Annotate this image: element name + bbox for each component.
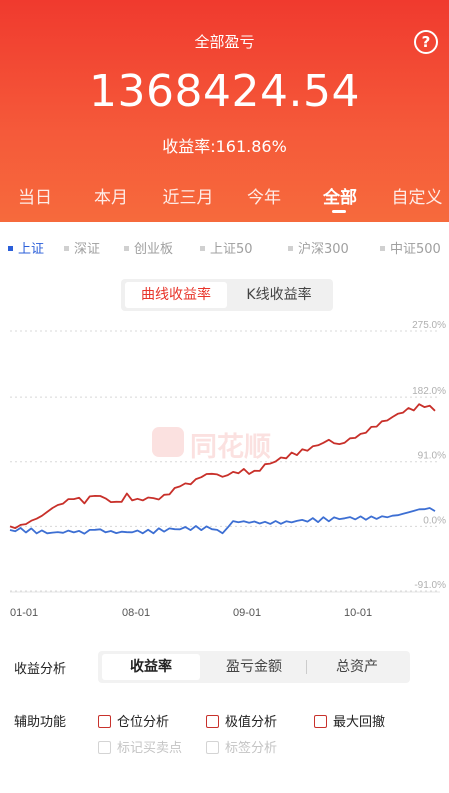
- index-tab-label: 创业板: [134, 242, 174, 257]
- y-tick-label: 275.0%: [412, 320, 446, 331]
- index-tab-csi500[interactable]: 中证500: [380, 238, 441, 257]
- index-tab-sse50[interactable]: 上证50: [200, 238, 253, 257]
- header-title: 全部盈亏: [194, 33, 255, 51]
- checkbox-icon: [314, 715, 327, 728]
- x-tick-label: 01-01: [10, 607, 38, 618]
- tab-last-three-months[interactable]: 近三月: [153, 183, 223, 208]
- analysis-option-profit[interactable]: 盈亏金额: [204, 654, 304, 680]
- index-yield-line: [9, 507, 436, 535]
- index-tab-label: 上证: [18, 242, 45, 257]
- checkbox-label: 最大回撤: [333, 715, 386, 730]
- analysis-option-yield[interactable]: 收益率: [102, 654, 200, 680]
- kline-yield-option[interactable]: K线收益率: [229, 282, 329, 308]
- checkbox-label: 标签分析: [225, 741, 278, 756]
- index-dot: [64, 246, 69, 251]
- x-tick-label: 08-01: [122, 607, 150, 618]
- active-tab-indicator: [332, 210, 346, 213]
- help-icon[interactable]: ?: [414, 30, 438, 54]
- checkbox-label: 标记买卖点: [117, 741, 183, 756]
- tab-all[interactable]: 全部: [305, 183, 375, 208]
- analysis-option-total-assets[interactable]: 总资产: [308, 654, 406, 680]
- checkbox-icon: [206, 741, 219, 754]
- checkbox-tag-analysis: 标签分析: [206, 737, 277, 756]
- checkbox-max-drawdown[interactable]: 最大回撤: [314, 711, 385, 730]
- portfolio-yield-line: [9, 403, 436, 530]
- checkbox-icon: [98, 741, 111, 754]
- index-tab-label: 深证: [74, 242, 101, 257]
- watermark-logo-icon: [152, 427, 184, 457]
- x-tick-label: 10-01: [344, 607, 372, 618]
- aux-label: 辅助功能: [14, 715, 67, 730]
- yield-rate: 收益率:161.86%: [162, 137, 287, 156]
- curve-yield-option[interactable]: 曲线收益率: [125, 282, 227, 308]
- index-tab-label: 中证500: [390, 242, 441, 257]
- index-dot: [8, 246, 13, 251]
- index-tab-label: 沪深300: [298, 242, 349, 257]
- tab-this-year[interactable]: 今年: [229, 183, 299, 208]
- index-tab-label: 上证50: [210, 242, 253, 257]
- y-tick-label: 182.0%: [412, 386, 446, 397]
- x-tick-label: 09-01: [233, 607, 261, 618]
- period-tabs: 当日 本月 近三月 今年 全部 自定义: [0, 183, 449, 213]
- analysis-segment: 收益率 盈亏金额 总资产: [98, 651, 410, 683]
- index-dot: [380, 246, 385, 251]
- index-tab-shanghai[interactable]: 上证: [8, 238, 44, 257]
- segment-divider: [306, 660, 307, 674]
- y-tick-label: 91.0%: [418, 451, 446, 462]
- checkbox-label: 仓位分析: [117, 715, 170, 730]
- index-dot: [200, 246, 205, 251]
- checkbox-icon: [206, 715, 219, 728]
- checkbox-label: 极值分析: [225, 715, 278, 730]
- watermark-text: 同花顺: [190, 432, 271, 463]
- index-tab-csi300[interactable]: 沪深300: [288, 238, 349, 257]
- tab-custom[interactable]: 自定义: [382, 183, 449, 208]
- analysis-label: 收益分析: [14, 662, 67, 677]
- yield-chart-svg: 275.0% 182.0% 91.0% 0.0% -91.0% 01-01 08-01 09-…: [9, 320, 446, 618]
- checkbox-mark-trades: 标记买卖点: [98, 737, 182, 756]
- yield-chart: 275.0% 182.0% 91.0% 0.0% -91.0% 01-01 08-01 09-…: [0, 318, 449, 618]
- checkbox-extreme-analysis[interactable]: 极值分析: [206, 711, 277, 730]
- total-profit-amount: 1368424.54: [89, 66, 360, 117]
- checkbox-icon: [98, 715, 111, 728]
- index-tab-chinext[interactable]: 创业板: [124, 238, 173, 257]
- index-dot: [288, 246, 293, 251]
- summary-header: 全部盈亏 ? 1368424.54 收益率:161.86% 当日 本月 近三月 …: [0, 0, 449, 222]
- index-dot: [124, 246, 129, 251]
- chart-type-toggle: 曲线收益率 K线收益率: [121, 279, 333, 311]
- y-tick-label: 0.0%: [423, 515, 446, 526]
- index-tab-shenzhen[interactable]: 深证: [64, 238, 100, 257]
- checkbox-position-analysis[interactable]: 仓位分析: [98, 711, 169, 730]
- y-tick-label: -91.0%: [414, 580, 446, 591]
- index-tabs: 上证 深证 创业板 上证50 沪深300 中证500: [0, 238, 449, 258]
- tab-today[interactable]: 当日: [0, 183, 70, 208]
- tab-this-month[interactable]: 本月: [76, 183, 146, 208]
